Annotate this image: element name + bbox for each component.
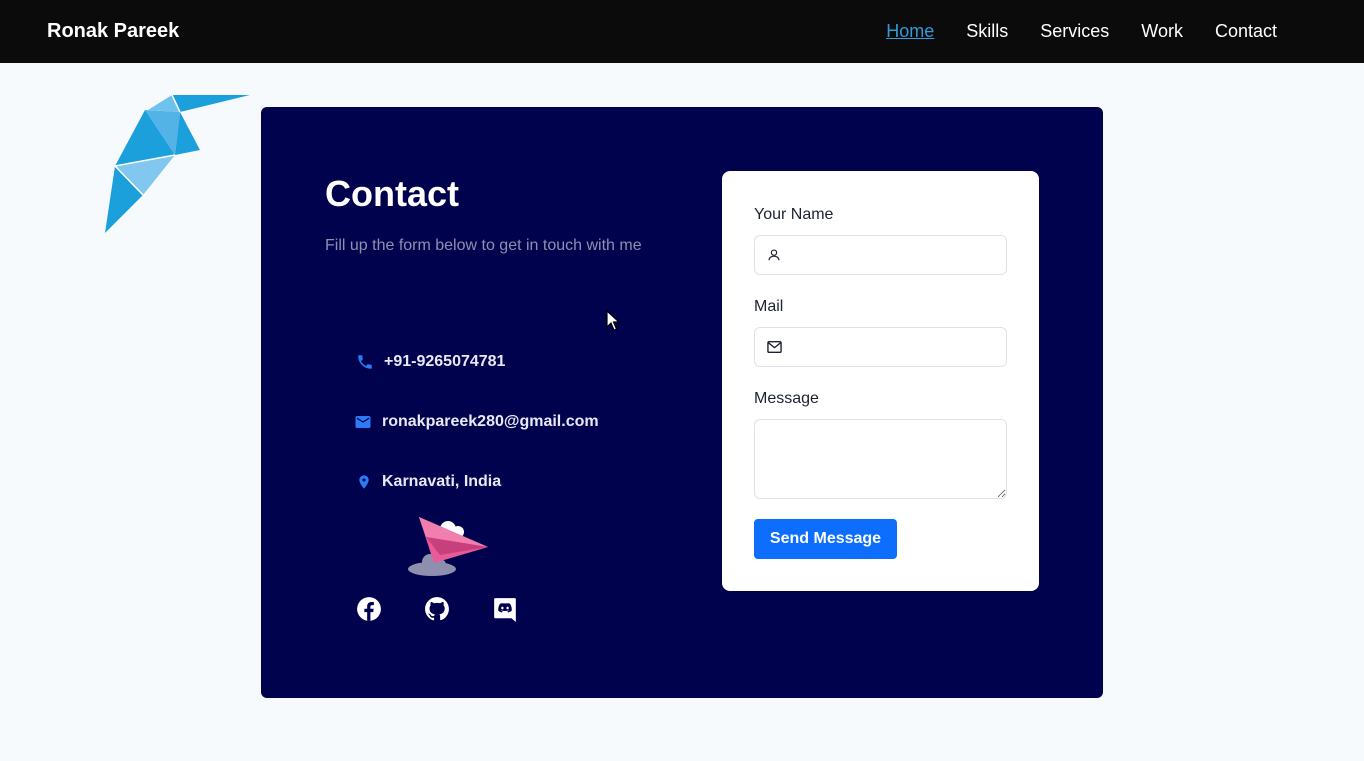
phone-icon bbox=[358, 355, 372, 369]
social-links bbox=[356, 596, 518, 622]
message-textarea[interactable] bbox=[754, 419, 1007, 499]
origami-bird-illustration bbox=[105, 94, 250, 233]
name-input[interactable] bbox=[791, 236, 1001, 274]
contact-location: Karnavati, India bbox=[356, 472, 501, 492]
mail-input[interactable] bbox=[791, 328, 1001, 366]
mail-label: Mail bbox=[754, 298, 784, 315]
email-address[interactable]: ronakpareek280@gmail.com bbox=[382, 412, 599, 432]
nav-link-skills[interactable]: Skills bbox=[966, 20, 1008, 42]
message-label: Message bbox=[754, 390, 819, 407]
nav-link-contact[interactable]: Contact bbox=[1215, 20, 1277, 42]
mouse-cursor-icon bbox=[606, 310, 620, 331]
brand-name[interactable]: Ronak Pareek bbox=[47, 19, 179, 43]
contact-phone: +91-9265074781 bbox=[356, 352, 505, 372]
phone-number[interactable]: +91-9265074781 bbox=[384, 352, 505, 372]
name-input-wrapper bbox=[754, 235, 1007, 275]
top-navbar: Ronak Pareek Home Skills Services Work C… bbox=[0, 0, 1364, 63]
user-icon bbox=[768, 249, 780, 261]
location-text: Karnavati, India bbox=[382, 473, 502, 490]
envelope-outline-icon bbox=[767, 341, 782, 353]
paper-plane-illustration bbox=[408, 517, 488, 576]
contact-card: Contact Fill up the form below to get in… bbox=[261, 107, 1103, 698]
nav-link-home[interactable]: Home bbox=[886, 20, 934, 42]
nav-link-work[interactable]: Work bbox=[1141, 20, 1183, 42]
contact-subtitle: Fill up the form below to get in touch w… bbox=[325, 237, 642, 254]
discord-icon[interactable] bbox=[492, 596, 518, 622]
envelope-icon bbox=[355, 416, 371, 428]
nav-link-services[interactable]: Services bbox=[1040, 20, 1109, 42]
facebook-icon[interactable] bbox=[356, 596, 382, 622]
github-icon[interactable] bbox=[424, 596, 450, 622]
mail-input-wrapper bbox=[754, 327, 1007, 367]
contact-email: ronakpareek280@gmail.com bbox=[354, 412, 599, 432]
send-message-button[interactable]: Send Message bbox=[754, 519, 897, 559]
name-label: Your Name bbox=[754, 206, 834, 223]
contact-form: Your Name Mail Message Send Message bbox=[722, 171, 1039, 591]
nav-links: Home Skills Services Work Contact bbox=[886, 20, 1277, 42]
contact-title: Contact bbox=[325, 173, 459, 214]
map-pin-icon bbox=[359, 475, 369, 489]
